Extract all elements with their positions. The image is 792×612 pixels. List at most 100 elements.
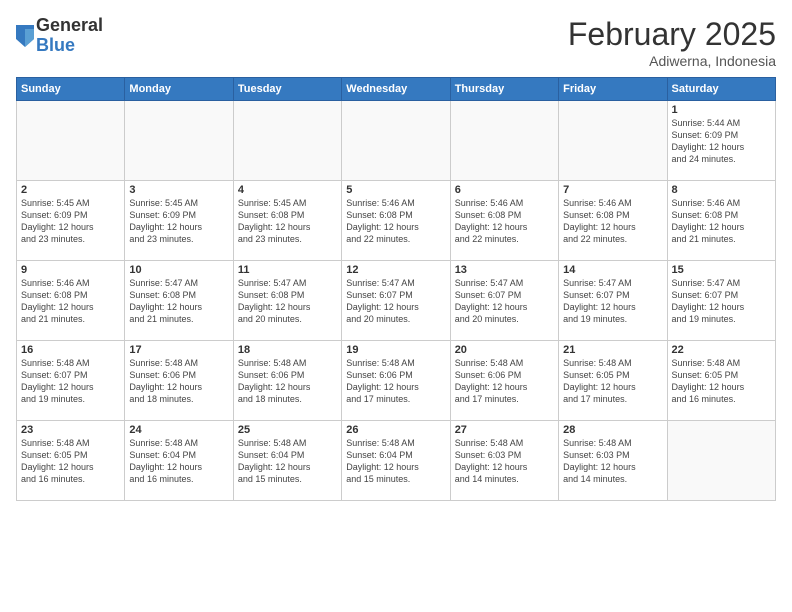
logo-icon [16,25,34,47]
day-number: 22 [672,344,771,356]
calendar-week-3: 16Sunrise: 5:48 AM Sunset: 6:07 PM Dayli… [17,341,776,421]
day-info: Sunrise: 5:47 AM Sunset: 6:07 PM Dayligh… [455,277,554,326]
calendar-cell: 13Sunrise: 5:47 AM Sunset: 6:07 PM Dayli… [450,261,558,341]
calendar-cell: 15Sunrise: 5:47 AM Sunset: 6:07 PM Dayli… [667,261,775,341]
calendar-cell: 1Sunrise: 5:44 AM Sunset: 6:09 PM Daylig… [667,101,775,181]
day-info: Sunrise: 5:48 AM Sunset: 6:05 PM Dayligh… [563,357,662,406]
day-info: Sunrise: 5:48 AM Sunset: 6:06 PM Dayligh… [238,357,337,406]
logo-blue: Blue [36,36,103,56]
calendar-cell: 14Sunrise: 5:47 AM Sunset: 6:07 PM Dayli… [559,261,667,341]
calendar-week-0: 1Sunrise: 5:44 AM Sunset: 6:09 PM Daylig… [17,101,776,181]
title-block: February 2025 Adiwerna, Indonesia [568,16,776,69]
calendar-week-4: 23Sunrise: 5:48 AM Sunset: 6:05 PM Dayli… [17,421,776,501]
calendar-table: Sunday Monday Tuesday Wednesday Thursday… [16,77,776,501]
day-info: Sunrise: 5:47 AM Sunset: 6:07 PM Dayligh… [672,277,771,326]
day-number: 16 [21,344,120,356]
day-info: Sunrise: 5:46 AM Sunset: 6:08 PM Dayligh… [346,197,445,246]
calendar-cell: 21Sunrise: 5:48 AM Sunset: 6:05 PM Dayli… [559,341,667,421]
calendar-cell [559,101,667,181]
location-subtitle: Adiwerna, Indonesia [568,53,776,69]
day-number: 13 [455,264,554,276]
month-title: February 2025 [568,16,776,53]
calendar-cell [450,101,558,181]
calendar-cell: 25Sunrise: 5:48 AM Sunset: 6:04 PM Dayli… [233,421,341,501]
calendar-cell: 17Sunrise: 5:48 AM Sunset: 6:06 PM Dayli… [125,341,233,421]
day-info: Sunrise: 5:48 AM Sunset: 6:05 PM Dayligh… [21,437,120,486]
calendar-cell: 10Sunrise: 5:47 AM Sunset: 6:08 PM Dayli… [125,261,233,341]
calendar-cell: 23Sunrise: 5:48 AM Sunset: 6:05 PM Dayli… [17,421,125,501]
calendar-cell: 5Sunrise: 5:46 AM Sunset: 6:08 PM Daylig… [342,181,450,261]
day-info: Sunrise: 5:47 AM Sunset: 6:08 PM Dayligh… [238,277,337,326]
day-number: 12 [346,264,445,276]
calendar-cell: 20Sunrise: 5:48 AM Sunset: 6:06 PM Dayli… [450,341,558,421]
day-number: 27 [455,424,554,436]
header-saturday: Saturday [667,78,775,101]
day-info: Sunrise: 5:48 AM Sunset: 6:04 PM Dayligh… [346,437,445,486]
day-info: Sunrise: 5:48 AM Sunset: 6:06 PM Dayligh… [129,357,228,406]
calendar-cell: 16Sunrise: 5:48 AM Sunset: 6:07 PM Dayli… [17,341,125,421]
day-number: 15 [672,264,771,276]
day-number: 17 [129,344,228,356]
calendar-cell [233,101,341,181]
calendar-cell: 8Sunrise: 5:46 AM Sunset: 6:08 PM Daylig… [667,181,775,261]
header-thursday: Thursday [450,78,558,101]
calendar-cell: 18Sunrise: 5:48 AM Sunset: 6:06 PM Dayli… [233,341,341,421]
day-info: Sunrise: 5:48 AM Sunset: 6:06 PM Dayligh… [455,357,554,406]
day-number: 20 [455,344,554,356]
day-info: Sunrise: 5:48 AM Sunset: 6:05 PM Dayligh… [672,357,771,406]
logo-text: General Blue [36,16,103,56]
day-number: 10 [129,264,228,276]
calendar-cell: 11Sunrise: 5:47 AM Sunset: 6:08 PM Dayli… [233,261,341,341]
day-number: 6 [455,184,554,196]
calendar-week-2: 9Sunrise: 5:46 AM Sunset: 6:08 PM Daylig… [17,261,776,341]
calendar-cell: 19Sunrise: 5:48 AM Sunset: 6:06 PM Dayli… [342,341,450,421]
calendar-cell [17,101,125,181]
header-sunday: Sunday [17,78,125,101]
weekday-header-row: Sunday Monday Tuesday Wednesday Thursday… [17,78,776,101]
calendar-cell [342,101,450,181]
day-info: Sunrise: 5:46 AM Sunset: 6:08 PM Dayligh… [21,277,120,326]
calendar-cell [125,101,233,181]
day-info: Sunrise: 5:45 AM Sunset: 6:09 PM Dayligh… [21,197,120,246]
day-info: Sunrise: 5:48 AM Sunset: 6:03 PM Dayligh… [455,437,554,486]
day-number: 21 [563,344,662,356]
header-friday: Friday [559,78,667,101]
day-number: 26 [346,424,445,436]
day-info: Sunrise: 5:44 AM Sunset: 6:09 PM Dayligh… [672,117,771,166]
day-number: 1 [672,104,771,116]
calendar-cell: 3Sunrise: 5:45 AM Sunset: 6:09 PM Daylig… [125,181,233,261]
page: General Blue February 2025 Adiwerna, Ind… [0,0,792,612]
calendar-cell: 27Sunrise: 5:48 AM Sunset: 6:03 PM Dayli… [450,421,558,501]
calendar-cell: 12Sunrise: 5:47 AM Sunset: 6:07 PM Dayli… [342,261,450,341]
calendar-cell: 24Sunrise: 5:48 AM Sunset: 6:04 PM Dayli… [125,421,233,501]
day-info: Sunrise: 5:45 AM Sunset: 6:08 PM Dayligh… [238,197,337,246]
calendar-cell: 9Sunrise: 5:46 AM Sunset: 6:08 PM Daylig… [17,261,125,341]
day-number: 8 [672,184,771,196]
header-tuesday: Tuesday [233,78,341,101]
day-number: 9 [21,264,120,276]
day-number: 25 [238,424,337,436]
header: General Blue February 2025 Adiwerna, Ind… [16,16,776,69]
calendar-cell [667,421,775,501]
calendar-cell: 4Sunrise: 5:45 AM Sunset: 6:08 PM Daylig… [233,181,341,261]
day-number: 14 [563,264,662,276]
day-number: 19 [346,344,445,356]
day-info: Sunrise: 5:48 AM Sunset: 6:04 PM Dayligh… [129,437,228,486]
day-info: Sunrise: 5:45 AM Sunset: 6:09 PM Dayligh… [129,197,228,246]
day-number: 2 [21,184,120,196]
header-monday: Monday [125,78,233,101]
day-number: 3 [129,184,228,196]
day-info: Sunrise: 5:47 AM Sunset: 6:07 PM Dayligh… [563,277,662,326]
day-info: Sunrise: 5:48 AM Sunset: 6:03 PM Dayligh… [563,437,662,486]
logo: General Blue [16,16,103,56]
calendar-cell: 28Sunrise: 5:48 AM Sunset: 6:03 PM Dayli… [559,421,667,501]
calendar-cell: 7Sunrise: 5:46 AM Sunset: 6:08 PM Daylig… [559,181,667,261]
day-number: 7 [563,184,662,196]
day-info: Sunrise: 5:48 AM Sunset: 6:06 PM Dayligh… [346,357,445,406]
day-info: Sunrise: 5:47 AM Sunset: 6:08 PM Dayligh… [129,277,228,326]
day-number: 4 [238,184,337,196]
calendar-cell: 2Sunrise: 5:45 AM Sunset: 6:09 PM Daylig… [17,181,125,261]
calendar-cell: 22Sunrise: 5:48 AM Sunset: 6:05 PM Dayli… [667,341,775,421]
day-number: 24 [129,424,228,436]
day-info: Sunrise: 5:47 AM Sunset: 6:07 PM Dayligh… [346,277,445,326]
